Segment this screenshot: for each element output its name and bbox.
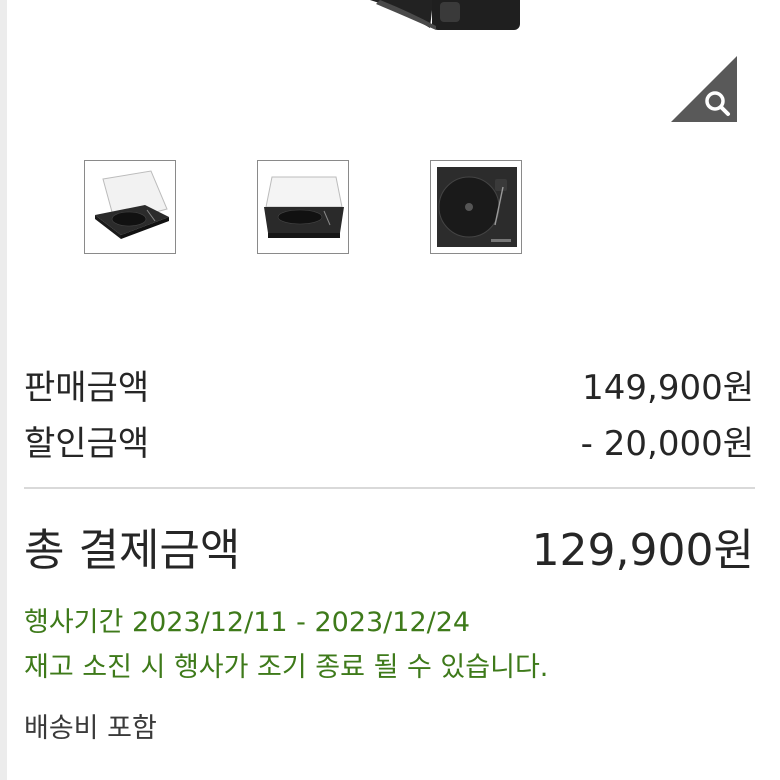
promo-period: 행사기간 2023/12/11 - 2023/12/24 <box>24 607 471 638</box>
total-price-label: 총 결제금액 <box>24 525 241 576</box>
thumbnail-2[interactable] <box>257 160 349 254</box>
discount-row: 할인금액 - 20,000원 <box>24 416 754 465</box>
discount-value: - 20,000원 <box>580 424 754 464</box>
total-price-row: 총 결제금액 129,900원 <box>24 514 754 578</box>
zoom-button[interactable] <box>671 56 737 122</box>
total-price-value: 129,900원 <box>531 525 754 576</box>
sale-price-value: 149,900원 <box>582 368 754 408</box>
product-main-image[interactable] <box>0 0 780 140</box>
sale-price-row: 판매금액 149,900원 <box>24 360 754 409</box>
discount-label: 할인금액 <box>24 424 150 464</box>
sale-price-label: 판매금액 <box>24 368 150 408</box>
thumbnail-3[interactable] <box>430 160 522 254</box>
price-divider <box>24 487 755 489</box>
magnifier-icon <box>671 56 737 122</box>
shipping-note: 배송비 포함 <box>24 713 157 744</box>
promo-notice: 재고 소진 시 행사가 조기 종료 될 수 있습니다. <box>24 652 549 683</box>
thumbnail-strip <box>0 160 780 256</box>
thumbnail-1[interactable] <box>84 160 176 254</box>
